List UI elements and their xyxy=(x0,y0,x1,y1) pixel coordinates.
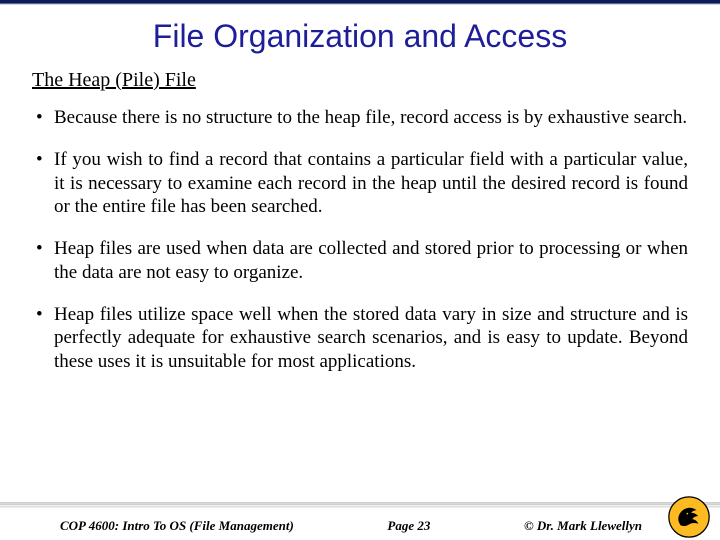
bullet-item: If you wish to find a record that contai… xyxy=(32,148,688,219)
slide-content: File Organization and Access The Heap (P… xyxy=(0,8,720,502)
slide-title: File Organization and Access xyxy=(32,18,688,55)
bullet-item: Heap files utilize space well when the s… xyxy=(32,303,688,374)
slide-subtitle: The Heap (Pile) File xyxy=(32,69,688,92)
footer-course: COP 4600: Intro To OS (File Management) xyxy=(60,518,294,534)
bullet-item: Because there is no structure to the hea… xyxy=(32,106,688,130)
bullet-item: Heap files are used when data are collec… xyxy=(32,237,688,285)
ucf-pegasus-logo-icon xyxy=(668,496,710,538)
footer-text-row: COP 4600: Intro To OS (File Management) … xyxy=(0,518,662,534)
footer-author: © Dr. Mark Llewellyn xyxy=(524,518,642,534)
slide-footer: COP 4600: Intro To OS (File Management) … xyxy=(0,502,720,540)
top-border-band xyxy=(0,0,720,8)
footer-page: Page 23 xyxy=(387,518,430,534)
slide: File Organization and Access The Heap (P… xyxy=(0,0,720,540)
footer-divider xyxy=(0,502,720,508)
bullet-list: Because there is no structure to the hea… xyxy=(32,106,688,374)
